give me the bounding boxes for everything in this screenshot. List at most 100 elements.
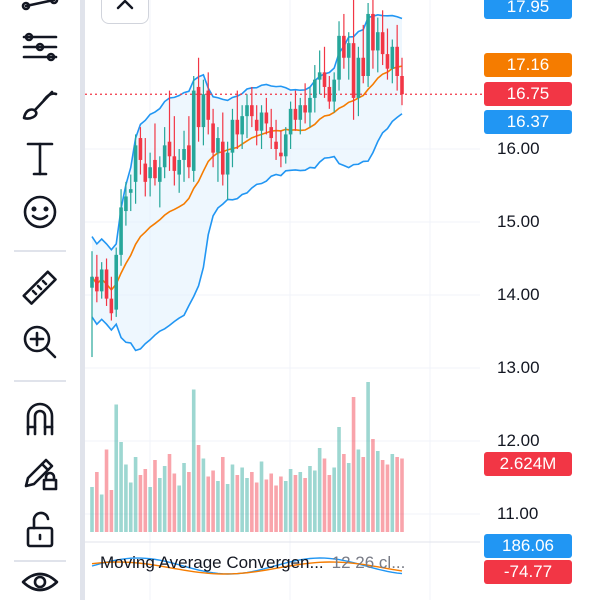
volume-bar [279,476,283,532]
volume-bar [196,445,201,532]
candle-body [216,138,220,153]
candle-body [148,167,152,179]
volume-bar [342,454,346,532]
macd-title: Moving Average Convergen... [100,553,324,572]
candle-body [109,298,114,314]
candle-body [133,145,138,182]
candle-body [269,127,274,139]
candle-body [172,156,177,171]
volume-bar [245,478,249,532]
candle-body [177,159,181,175]
volume-bar [216,481,220,532]
volume-bar [361,457,366,532]
candle-body [366,13,370,76]
candle-body [259,112,264,131]
candle-body [317,72,322,80]
volume-bar [317,448,322,532]
candle-body [191,90,196,171]
candle-body [211,123,215,153]
volume-badge: 2.624M [484,452,572,476]
candle-body [104,269,109,299]
candle-body [128,189,133,193]
volume-bar [182,463,186,532]
volume-bar [303,478,307,532]
y-axis-tick-label: 16.00 [497,139,540,158]
volume-bar [148,487,152,532]
volume-bar [332,467,336,532]
candle-body [264,112,269,124]
volume-bar [322,458,327,532]
candle-body [225,152,230,175]
candle-body [230,119,235,153]
macd-signal-badge: -74.77 [484,560,572,584]
candle-body [99,269,104,292]
volume-bar [191,389,196,532]
candle-body [351,43,356,98]
candle-body [385,54,390,69]
volume-bar [346,463,351,532]
y-axis-tick-label: 13.00 [497,358,540,377]
candle-body [346,43,351,58]
volume-bar [380,460,385,532]
volume-bar [274,485,278,532]
volume-bar [308,466,312,532]
y-axis-tick-label: 12.00 [497,431,540,450]
candle-body [390,46,395,69]
candle-body [375,32,380,51]
candle-body [138,138,143,160]
volume-bar [288,469,293,532]
volume-bar [269,473,274,532]
candle-body [245,105,249,117]
volume-bar [283,481,288,532]
volume-bar [177,485,181,532]
candle-body [279,152,283,157]
macd-params: 12 26 cl... [331,553,406,572]
volume-bar [158,478,162,532]
volume-bar [235,475,240,532]
candle-body [274,141,278,149]
collapse-toolbar-button[interactable] [101,0,149,24]
candle-body [308,97,312,113]
volume-bar [337,427,341,532]
volume-bar [254,482,259,532]
candle-body [240,116,244,135]
candle-body [337,35,341,80]
volume-bar [114,404,119,532]
candle-body [119,207,123,255]
lower-band-price-badge: 16.37 [484,110,572,134]
volume-bar [375,451,380,532]
upper-band-price-badge: 17.95 [484,0,572,19]
candle-body [206,90,211,120]
volume-bar [143,469,148,532]
volume-bar [187,472,191,532]
candle-body [235,119,240,135]
chevron-up-icon [116,0,134,10]
volume-bar [293,475,298,532]
volume-bar [90,487,94,532]
candle-body [283,134,288,157]
candle-body [342,35,346,58]
candle-body [288,108,293,135]
volume-bar [201,458,206,532]
high-level-price-badge: 17.16 [484,53,572,77]
candle-body [95,276,99,292]
volume-bar [128,482,133,532]
volume-bar [220,457,225,532]
volume-bar [230,464,235,532]
volume-bar [225,484,230,532]
candle-body [158,167,162,182]
candle-body [90,276,94,288]
y-axis-tick-label: 15.00 [497,212,540,231]
volume-bar [298,472,303,532]
candle-body [220,141,225,175]
volume-bar [153,460,157,532]
macd-value-badge: 186.06 [484,534,572,558]
volume-bar [395,457,399,532]
candle-body [143,163,148,182]
volume-bar [351,397,356,532]
volume-bar [138,475,143,532]
candle-body [371,13,375,51]
candle-body [298,105,303,120]
volume-bar [400,458,404,532]
macd-indicator-legend[interactable]: Moving Average Convergen... 12 26 cl... [100,553,405,573]
